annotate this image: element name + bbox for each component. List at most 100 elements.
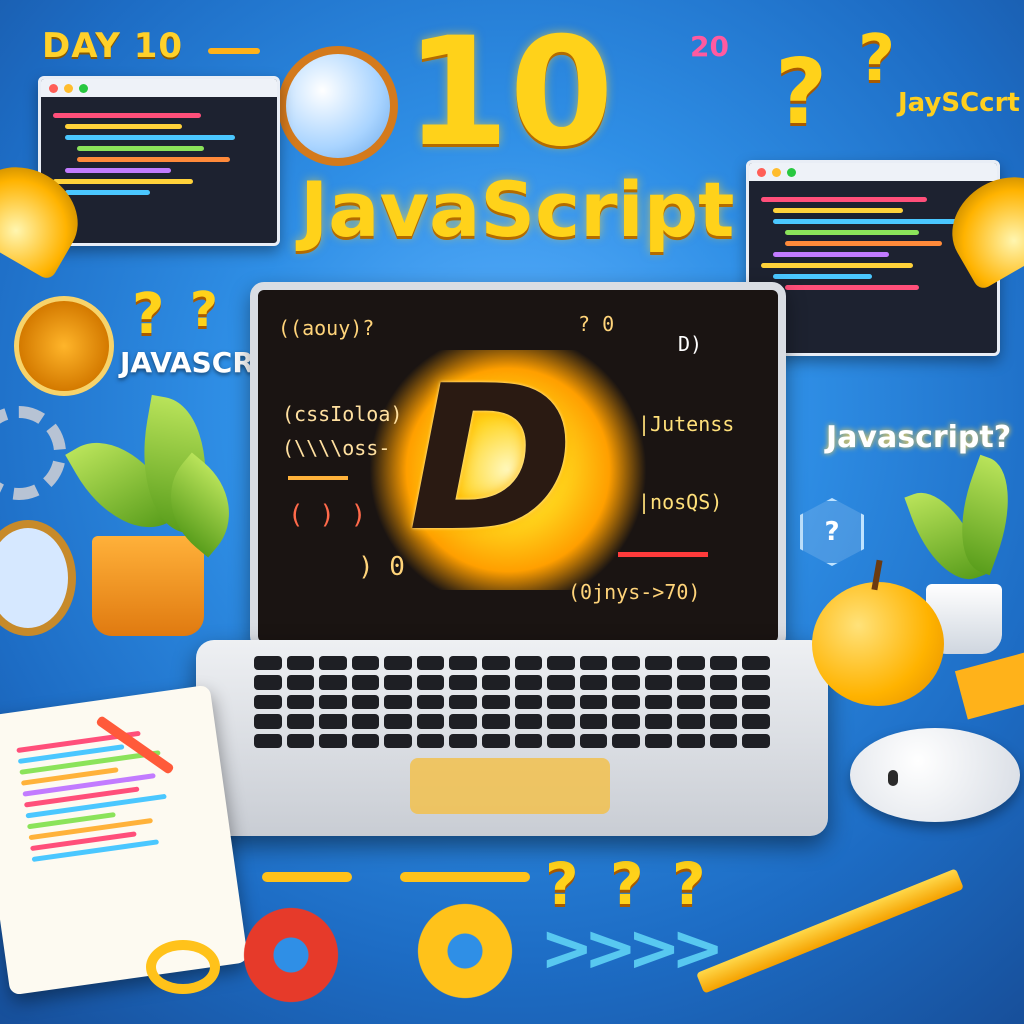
keyboard-key[interactable] — [416, 733, 445, 748]
keyboard-key[interactable] — [254, 656, 282, 671]
keyboard-key[interactable] — [351, 694, 380, 710]
keyboard-key[interactable] — [677, 675, 705, 690]
keyboard-key[interactable] — [351, 733, 380, 748]
keyboard — [254, 656, 770, 748]
keyboard-key[interactable] — [677, 733, 705, 748]
clock-icon — [0, 520, 76, 636]
keyboard-key[interactable] — [351, 656, 380, 671]
keyboard-key[interactable] — [644, 656, 673, 671]
keyboard-key[interactable] — [709, 656, 738, 671]
keyboard-key[interactable] — [319, 733, 347, 748]
question-mark-left-2: ? — [190, 282, 218, 338]
keyboard-key[interactable] — [644, 694, 673, 710]
keyboard-key[interactable] — [709, 675, 738, 690]
minimize-dot-icon — [64, 83, 73, 93]
keyboard-key[interactable] — [547, 694, 575, 710]
pencil-icon — [696, 868, 964, 994]
keyboard-key[interactable] — [644, 675, 673, 690]
code-dash — [618, 552, 708, 557]
top-right-label: JaySCcrt — [898, 88, 1020, 118]
keyboard-key[interactable] — [384, 675, 412, 690]
keyboard-key[interactable] — [514, 714, 543, 729]
keyboard-key[interactable] — [416, 656, 445, 671]
keyboard-key[interactable] — [351, 675, 380, 690]
keyboard-key[interactable] — [286, 714, 315, 729]
keyboard-key[interactable] — [384, 733, 412, 748]
close-dot-icon — [49, 83, 58, 93]
keyboard-key[interactable] — [677, 714, 705, 729]
keyboard-key[interactable] — [254, 675, 282, 690]
keyboard-key[interactable] — [709, 694, 738, 710]
keyboard-key[interactable] — [319, 656, 347, 671]
keyboard-key[interactable] — [579, 714, 608, 729]
keyboard-key[interactable] — [579, 733, 608, 748]
keyboard-key[interactable] — [254, 694, 282, 710]
keyboard-key[interactable] — [286, 694, 315, 710]
touchpad[interactable] — [410, 758, 610, 814]
keyboard-key[interactable] — [612, 694, 640, 710]
keyboard-key[interactable] — [286, 675, 315, 690]
keyboard-key[interactable] — [612, 714, 640, 729]
keyboard-key[interactable] — [319, 714, 347, 729]
keyboard-key[interactable] — [579, 656, 608, 671]
keyboard-key[interactable] — [449, 656, 477, 671]
chevrons-icon: >>>> — [540, 912, 724, 986]
keyboard-key[interactable] — [449, 733, 477, 748]
keyboard-key[interactable] — [416, 694, 445, 710]
question-mark-bottom-1: ? — [545, 850, 579, 918]
keyboard-key[interactable] — [677, 656, 705, 671]
keyboard-key[interactable] — [742, 675, 770, 690]
question-mark-bottom-2: ? — [610, 850, 644, 918]
question-mark-left: ? — [132, 282, 165, 347]
keyboard-key[interactable] — [449, 675, 477, 690]
keyboard-key[interactable] — [579, 694, 608, 710]
keyboard-key[interactable] — [709, 733, 738, 748]
keyboard-key[interactable] — [416, 714, 445, 729]
keyboard-key[interactable] — [481, 675, 510, 690]
keyboard-key[interactable] — [384, 694, 412, 710]
keyboard-key[interactable] — [547, 675, 575, 690]
screen-code-line: |Jutenss — [638, 412, 735, 436]
keyboard-key[interactable] — [514, 733, 543, 748]
keyboard-key[interactable] — [514, 656, 543, 671]
keyboard-key[interactable] — [742, 694, 770, 710]
main-title: JavaScript — [300, 165, 735, 254]
keyboard-key[interactable] — [547, 714, 575, 729]
keyboard-key[interactable] — [644, 733, 673, 748]
keyboard-key[interactable] — [677, 694, 705, 710]
keyboard-key[interactable] — [547, 733, 575, 748]
laptop-base — [196, 640, 828, 836]
keyboard-key[interactable] — [547, 656, 575, 671]
keyboard-key[interactable] — [416, 675, 445, 690]
keyboard-key[interactable] — [514, 675, 543, 690]
apple-icon — [812, 582, 944, 706]
keyboard-key[interactable] — [384, 656, 412, 671]
keyboard-key[interactable] — [612, 656, 640, 671]
keyboard-key[interactable] — [481, 694, 510, 710]
keyboard-key[interactable] — [742, 733, 770, 748]
keyboard-key[interactable] — [319, 675, 347, 690]
keyboard-key[interactable] — [351, 714, 380, 729]
keyboard-key[interactable] — [742, 714, 770, 729]
keyboard-key[interactable] — [254, 714, 282, 729]
keyboard-key[interactable] — [319, 694, 347, 710]
keyboard-key[interactable] — [481, 714, 510, 729]
illustration-scene: DAY 10 10 JavaScript JAVASCRIPT JaySCcrt… — [0, 0, 1024, 1024]
keyboard-key[interactable] — [449, 694, 477, 710]
keyboard-key[interactable] — [384, 714, 412, 729]
keyboard-key[interactable] — [514, 694, 543, 710]
keyboard-key[interactable] — [709, 714, 738, 729]
badge-icon — [14, 296, 114, 396]
keyboard-key[interactable] — [742, 656, 770, 671]
keyboard-key[interactable] — [286, 656, 315, 671]
keyboard-key[interactable] — [644, 714, 673, 729]
keyboard-key[interactable] — [286, 733, 315, 748]
keyboard-key[interactable] — [612, 675, 640, 690]
keyboard-key[interactable] — [481, 733, 510, 748]
keyboard-key[interactable] — [612, 733, 640, 748]
keyboard-key[interactable] — [481, 656, 510, 671]
window-titlebar — [749, 163, 997, 181]
keyboard-key[interactable] — [579, 675, 608, 690]
keyboard-key[interactable] — [254, 733, 282, 748]
keyboard-key[interactable] — [449, 714, 477, 729]
